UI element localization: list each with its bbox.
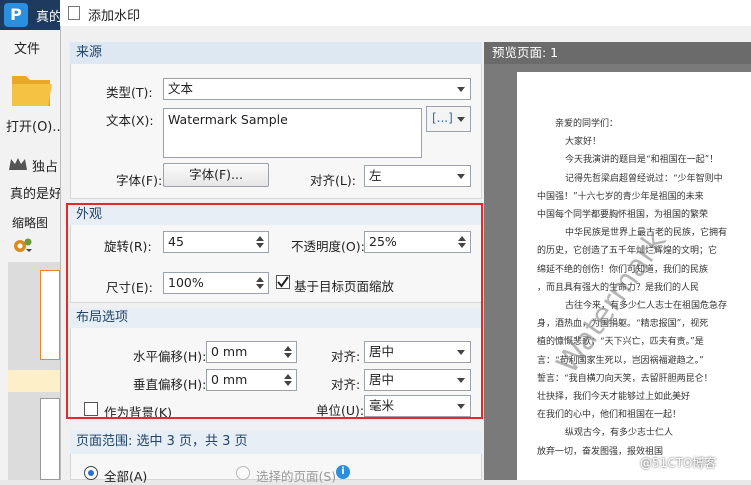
exclusive-label[interactable]: 独占 bbox=[32, 156, 58, 175]
preview-text-line: 身，酒热血，为国捐躯。“精忠报国”，视死 bbox=[537, 319, 709, 330]
dialog-titlebar bbox=[60, 0, 751, 26]
type-value: 文本 bbox=[168, 81, 194, 96]
preview-text-line: 中国强！”十六七岁的青少年是祖国的未来 bbox=[537, 191, 704, 202]
preview-text-line: 壮抉择，我们今天才能够过上如此美好 bbox=[537, 392, 691, 402]
align-label: 对齐(L): bbox=[310, 173, 356, 188]
crown-icon bbox=[8, 156, 28, 172]
preview-text-line: 誓言：“我自横刀向天笑，去留肝胆两昆仑！ bbox=[537, 373, 713, 384]
align-select[interactable]: 左 bbox=[364, 165, 471, 187]
menu-file[interactable]: 文件 bbox=[14, 38, 40, 57]
thumbnail-selection bbox=[8, 370, 60, 392]
page-thumbnail[interactable] bbox=[40, 398, 60, 480]
preview-text-line: 在我们的心中，他们和祖国在一起！ bbox=[537, 410, 682, 421]
all-pages-radio[interactable] bbox=[84, 466, 98, 480]
align-value: 左 bbox=[369, 168, 382, 183]
document-tab[interactable]: 真的是好 bbox=[10, 183, 62, 202]
source-header: 来源 bbox=[70, 42, 482, 64]
app-logo-icon: P bbox=[4, 3, 28, 27]
page-thumbnail[interactable] bbox=[40, 270, 60, 360]
selected-pages-label: 选择的页面(S) bbox=[256, 469, 337, 484]
insert-variable-icon: [...] bbox=[432, 111, 453, 125]
font-label: 字体(F): bbox=[116, 173, 163, 188]
watermark-text-input[interactable]: Watermark Sample bbox=[163, 108, 422, 158]
preview-text-line: 今天我演讲的题目是“和祖国在一起”！ bbox=[565, 155, 719, 166]
preview-text-line: 纵观古今，有多少志士仁人 bbox=[565, 428, 674, 439]
thumbnails-panel-title[interactable]: 缩略图 bbox=[12, 214, 48, 231]
watermark-text-value: Watermark Sample bbox=[168, 112, 288, 127]
info-icon[interactable]: i bbox=[336, 465, 350, 479]
preview-text-line: 亲爱的同学们： bbox=[555, 119, 619, 129]
page-range-header: 页面范围: 选中 3 页，共 3 页 bbox=[70, 430, 482, 454]
app-title: 真的 bbox=[36, 10, 63, 25]
highlight-box bbox=[66, 203, 483, 419]
selected-pages-radio[interactable] bbox=[236, 466, 250, 480]
all-pages-label: 全部(A) bbox=[104, 469, 148, 484]
open-folder-icon[interactable] bbox=[10, 70, 54, 108]
preview-header: 预览页面: 1 bbox=[484, 42, 751, 64]
type-select[interactable]: 文本 bbox=[163, 78, 471, 100]
preview-text-line: 中国每个同学都要胸怀祖国，为祖国的繁荣 bbox=[537, 210, 709, 220]
dialog-title: 添加水印 bbox=[88, 9, 141, 24]
insert-variable-button[interactable]: [...] bbox=[426, 106, 471, 132]
gear-icon[interactable] bbox=[12, 236, 34, 256]
open-button-label[interactable]: 打开(O)... bbox=[6, 116, 65, 135]
preview-text-line: 记得先哲梁启超曾经说过：“少年智则中 bbox=[565, 173, 723, 184]
type-label: 类型(T): bbox=[106, 85, 153, 100]
preview-text-line: 大家好！ bbox=[565, 137, 602, 148]
font-button[interactable]: 字体(F)... bbox=[163, 163, 269, 187]
text-label: 文本(X): bbox=[106, 113, 154, 128]
corner-brand: @51CTO博客 bbox=[640, 456, 717, 470]
document-icon bbox=[68, 6, 80, 20]
